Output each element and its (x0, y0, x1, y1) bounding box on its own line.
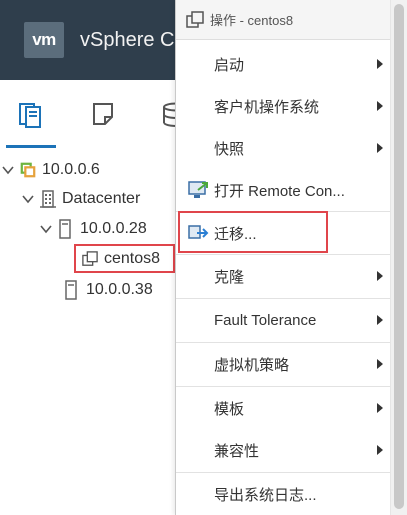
menu-item-label: 兼容性 (214, 442, 260, 460)
selection-highlight (74, 244, 175, 273)
actions-context-menu: 操作 - centos8 启动 客户机操作系统 快照 打开 Remote Con… (175, 0, 391, 515)
menu-item-label: 启动 (214, 56, 245, 74)
tree-label: 10.0.0.6 (42, 161, 100, 178)
submenu-arrow-icon (377, 403, 383, 413)
tree-node-datacenter[interactable]: Datacenter (22, 188, 140, 210)
scrollbar-thumb[interactable] (394, 4, 404, 509)
chevron-down-icon[interactable] (40, 223, 52, 235)
menu-header-title: 操作 - centos8 (210, 13, 294, 28)
submenu-arrow-icon (377, 143, 383, 153)
menu-item-fault-tolerance[interactable]: Fault Tolerance (176, 299, 391, 341)
tree-label: 10.0.0.38 (86, 281, 153, 298)
menu-item-label: 虚拟机策略 (214, 356, 290, 374)
tree-label: 10.0.0.28 (80, 220, 147, 237)
menu-item-guest-os[interactable]: 客户机操作系统 (176, 85, 391, 127)
chevron-down-icon[interactable] (22, 193, 34, 205)
menu-item-label: 导出系统日志... (214, 486, 317, 504)
active-tab-indicator (6, 145, 56, 148)
tree-node-host-38[interactable]: 10.0.0.38 (64, 279, 153, 301)
menu-header: 操作 - centos8 (176, 0, 391, 40)
submenu-arrow-icon (377, 445, 383, 455)
host-icon (58, 219, 74, 239)
menu-item-compatibility[interactable]: 兼容性 (176, 429, 391, 471)
submenu-arrow-icon (377, 101, 383, 111)
menu-item-label: 客户机操作系统 (214, 98, 320, 116)
menu-item-remote-console[interactable]: 打开 Remote Con... (176, 169, 391, 211)
menu-item-clone[interactable]: 克隆 (176, 255, 391, 297)
hosts-clusters-icon[interactable] (18, 102, 42, 133)
vm-icon (186, 10, 204, 29)
menu-item-label: 克隆 (214, 268, 245, 286)
menu-item-vm-policies[interactable]: 虚拟机策略 (176, 343, 391, 385)
menu-item-label: 模板 (214, 400, 245, 418)
storage-icon[interactable] (162, 102, 189, 133)
submenu-arrow-icon (377, 315, 383, 325)
remote-console-icon (188, 181, 208, 198)
menu-item-label: 快照 (214, 140, 245, 158)
menu-item-snapshots[interactable]: 快照 (176, 127, 391, 169)
host-icon (64, 280, 80, 300)
tree-node-host-28[interactable]: 10.0.0.28 (40, 218, 147, 240)
menu-item-label: 打开 Remote Con... (214, 182, 345, 200)
chevron-down-icon[interactable] (2, 164, 14, 176)
submenu-arrow-icon (377, 359, 383, 369)
tree-label: Datacenter (62, 190, 141, 207)
menu-item-label: Fault Tolerance (214, 311, 317, 329)
vcenter-icon (20, 161, 36, 179)
migrate-highlight (178, 211, 328, 253)
menu-scrollbar[interactable] (390, 0, 407, 515)
submenu-arrow-icon (377, 271, 383, 281)
menu-item-template[interactable]: 模板 (176, 387, 391, 429)
submenu-arrow-icon (377, 59, 383, 69)
menu-item-power[interactable]: 启动 (176, 43, 391, 85)
vmware-logo[interactable]: vm (24, 22, 64, 58)
datacenter-icon (40, 190, 56, 208)
vms-templates-icon[interactable] (92, 102, 114, 131)
app-title: vSphere C (80, 29, 175, 51)
tree-node-vcenter[interactable]: 10.0.0.6 (2, 159, 100, 181)
menu-item-export-logs[interactable]: 导出系统日志... (176, 473, 391, 515)
